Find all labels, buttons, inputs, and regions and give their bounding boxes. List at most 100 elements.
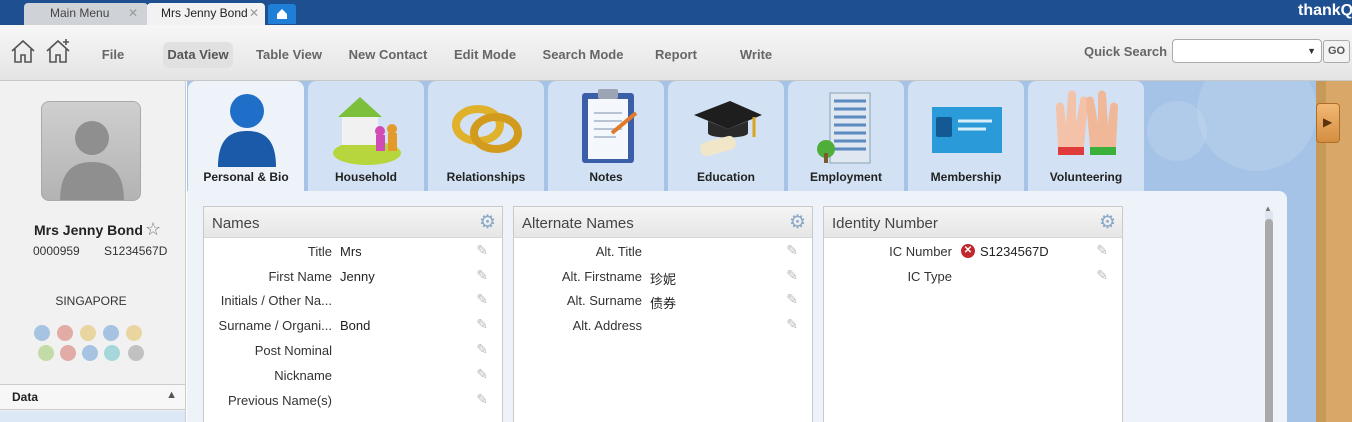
graduation-cap-icon <box>694 101 762 157</box>
menu-write[interactable]: Write <box>735 42 777 68</box>
tab-label: Household <box>335 170 397 184</box>
pencil-icon[interactable]: ✎ <box>786 316 798 333</box>
menu-data-view[interactable]: Data View <box>163 42 233 68</box>
tab-membership[interactable]: Membership <box>908 81 1024 191</box>
close-icon[interactable]: ✕ <box>128 3 138 24</box>
field-value[interactable]: Mrs <box>340 244 362 259</box>
pencil-icon[interactable]: ✎ <box>476 316 488 333</box>
pencil-icon[interactable]: ✎ <box>786 242 798 259</box>
field-row: Surname / Organi... Bond ✎ <box>204 313 502 338</box>
field-row: Alt. Surname 债券 ✎ <box>514 288 812 313</box>
brand-logo: thankQ <box>1298 2 1352 19</box>
field-label: Initials / Other Na... <box>220 293 332 308</box>
field-label: Surname / Organi... <box>218 318 332 333</box>
quick-search-input[interactable]: ▼ <box>1172 39 1322 63</box>
chevron-down-icon[interactable]: ▼ <box>1307 46 1316 56</box>
tab-main-menu-label: Main Menu <box>50 6 110 20</box>
pencil-icon[interactable]: ✎ <box>1096 267 1108 284</box>
tab-household[interactable]: Household <box>308 81 424 191</box>
field-label: IC Number <box>889 244 952 259</box>
card-header: Alternate Names ⚙ <box>514 207 812 238</box>
scrollbar-thumb[interactable] <box>1265 219 1273 422</box>
pencil-icon[interactable]: ✎ <box>786 267 798 284</box>
field-label: Alt. Address <box>572 318 642 333</box>
field-row: Title Mrs ✎ <box>204 239 502 264</box>
expand-drawer-button[interactable]: ▶ <box>1316 103 1340 143</box>
person-silhouette-icon <box>60 121 124 200</box>
chevron-right-icon: ▶ <box>1323 115 1333 129</box>
tab-employment[interactable]: Employment <box>788 81 904 191</box>
menu-report[interactable]: Report <box>650 42 702 68</box>
award-icon <box>80 325 96 341</box>
menu-file[interactable]: File <box>96 42 130 68</box>
star-icon[interactable]: ☆ <box>145 219 161 240</box>
go-button[interactable]: GO <box>1323 40 1350 63</box>
chevron-up-icon[interactable]: ▲ <box>166 389 177 401</box>
quick-search-label: Quick Search <box>1084 44 1168 59</box>
tab-label: Volunteering <box>1049 170 1123 184</box>
gear-icon[interactable]: ⚙ <box>479 211 496 234</box>
tab-main-menu[interactable]: Main Menu ✕ <box>24 3 148 25</box>
menu-new-contact[interactable]: New Contact <box>345 42 431 68</box>
field-value[interactable]: Jenny <box>340 269 375 284</box>
tab-volunteering[interactable]: Volunteering <box>1028 81 1144 191</box>
pencil-icon[interactable]: ✎ <box>476 341 488 358</box>
pencil-icon[interactable]: ✎ <box>476 267 488 284</box>
tab-label: Education <box>696 170 755 184</box>
pencil-icon[interactable]: ✎ <box>1096 242 1108 259</box>
names-card: Names ⚙ Title Mrs ✎ First Name Jenny ✎ I… <box>203 206 503 422</box>
scroll-up-icon[interactable]: ▲ <box>1264 204 1272 213</box>
house-icon <box>333 97 401 165</box>
close-icon[interactable]: ✕ <box>249 3 259 24</box>
field-value[interactable]: Bond <box>340 318 370 333</box>
background-decoration <box>1147 101 1207 161</box>
tab-education[interactable]: Education <box>668 81 784 191</box>
field-value[interactable]: S1234567D <box>980 244 1049 259</box>
tab-relationships[interactable]: Relationships <box>428 81 544 191</box>
status-badges <box>32 323 152 363</box>
home-icon[interactable] <box>9 37 37 65</box>
field-row: Previous Name(s) ✎ <box>204 388 502 413</box>
pencil-icon[interactable]: ✎ <box>476 291 488 308</box>
card-title: Alternate Names <box>522 215 634 232</box>
field-value[interactable]: 珍妮 <box>650 269 676 288</box>
avatar[interactable] <box>41 101 141 201</box>
tab-label: Relationships <box>446 170 526 184</box>
group-icon <box>38 345 54 361</box>
rings-icon <box>452 105 522 153</box>
field-label: Alt. Title <box>595 244 642 259</box>
tab-notes[interactable]: Notes <box>548 81 664 191</box>
toolbar: File Data View Table View New Contact Ed… <box>0 25 1352 81</box>
gear-icon[interactable]: ⚙ <box>789 211 806 234</box>
tab-personal-bio[interactable]: Personal & Bio <box>188 81 304 191</box>
alternate-names-card: Alternate Names ⚙ Alt. Title ✎ Alt. Firs… <box>513 206 813 422</box>
main-area: Personal & Bio Household Relationships N… <box>187 81 1316 422</box>
contact-name: Mrs Jenny Bond <box>34 222 143 238</box>
background-decoration <box>1197 81 1316 171</box>
add-home-icon[interactable] <box>44 37 72 65</box>
data-section-label: Data <box>12 390 39 404</box>
raised-hands-icon <box>1056 90 1118 155</box>
side-drawer: ▶ <box>1316 81 1352 422</box>
card-header: Names ⚙ <box>204 207 502 238</box>
field-label: Alt. Firstname <box>561 269 642 284</box>
pencil-icon[interactable]: ✎ <box>476 242 488 259</box>
data-section-header[interactable]: Data ▲ <box>0 384 185 410</box>
clipboard-icon <box>582 89 638 163</box>
tab-contact-label: Mrs Jenny Bond <box>161 6 248 20</box>
field-value[interactable]: 债券 <box>650 293 676 312</box>
error-icon: ✕ <box>961 244 975 258</box>
tab-contact[interactable]: Mrs Jenny Bond ✕ <box>147 3 265 25</box>
pencil-icon[interactable]: ✎ <box>786 291 798 308</box>
gear-icon[interactable]: ⚙ <box>1099 211 1116 234</box>
new-tab-button[interactable] <box>268 4 296 24</box>
event-icon <box>60 345 76 361</box>
field-row: IC Number ✕ S1234567D ✎ <box>824 239 1122 264</box>
data-list-top <box>0 411 185 422</box>
pencil-icon[interactable]: ✎ <box>476 366 488 383</box>
pencil-icon[interactable]: ✎ <box>476 391 488 408</box>
menu-edit-mode[interactable]: Edit Mode <box>450 42 520 68</box>
field-label: Alt. Surname <box>566 293 642 308</box>
menu-table-view[interactable]: Table View <box>252 42 326 68</box>
menu-search-mode[interactable]: Search Mode <box>540 42 626 68</box>
